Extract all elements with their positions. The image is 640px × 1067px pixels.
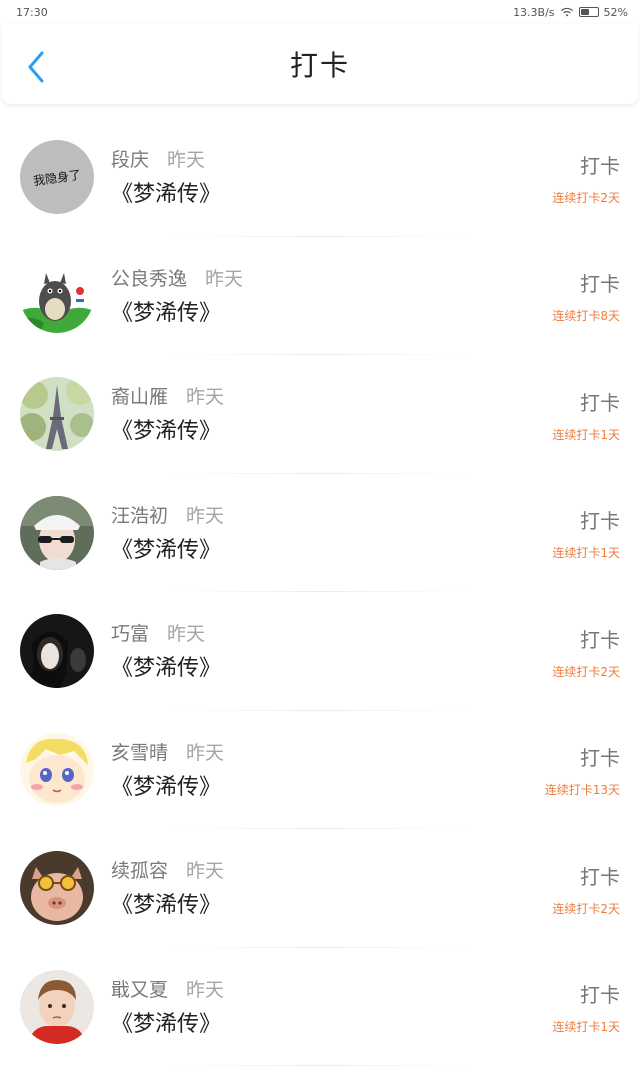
checkin-button[interactable]: 打卡 bbox=[580, 864, 620, 890]
totoro-avatar-image bbox=[20, 258, 94, 333]
checkin-button[interactable]: 打卡 bbox=[580, 982, 620, 1008]
book-title: 《梦浠传》 bbox=[111, 1011, 222, 1037]
user-name: 续孤容 bbox=[111, 860, 169, 883]
entry-info: 亥雪晴 昨天 《梦浠传》 bbox=[111, 711, 545, 830]
list-item[interactable]: 公良秀逸 昨天 《梦浠传》 打卡 连续打卡8天 bbox=[0, 237, 640, 356]
user-name: 汪浩初 bbox=[111, 504, 169, 527]
person-with-cap-avatar-image bbox=[20, 495, 94, 570]
list-item[interactable]: 续孤容 昨天 《梦浠传》 打卡 连续打卡2天 bbox=[0, 829, 640, 948]
avatar[interactable] bbox=[20, 614, 94, 689]
checkin-time: 昨天 bbox=[205, 267, 244, 290]
header-bar: 打卡 bbox=[2, 24, 638, 104]
avatar[interactable] bbox=[20, 495, 94, 570]
checkin-time: 昨天 bbox=[186, 860, 225, 883]
list-item[interactable]: 汪浩初 昨天 《梦浠传》 打卡 连续打卡1天 bbox=[0, 474, 640, 593]
child-portrait-avatar-image bbox=[20, 969, 94, 1044]
book-title: 《梦浠传》 bbox=[111, 300, 222, 326]
checkin-time: 昨天 bbox=[186, 741, 225, 764]
eiffel-tower-avatar-image bbox=[20, 377, 94, 452]
cartoon-face-avatar-image bbox=[20, 732, 94, 807]
avatar[interactable] bbox=[20, 377, 94, 452]
entry-info: 续孤容 昨天 《梦浠传》 bbox=[111, 829, 552, 948]
list-item[interactable]: 裔山雁 昨天 《梦浠传》 打卡 连续打卡1天 bbox=[0, 355, 640, 474]
list-item[interactable]: 亥雪晴 昨天 《梦浠传》 打卡 连续打卡13天 bbox=[0, 711, 640, 830]
list-item[interactable]: 戢又夏 昨天 《梦浠传》 打卡 连续打卡1天 bbox=[0, 948, 640, 1067]
network-speed: 13.3B/s bbox=[513, 5, 555, 19]
checkin-time: 昨天 bbox=[167, 149, 206, 172]
checkin-button[interactable]: 打卡 bbox=[580, 390, 620, 416]
checkin-list: 我隐身了 段庆 昨天 《梦浠传》 打卡 连续打卡2天 公良秀逸 昨天 《梦浠传》… bbox=[0, 118, 640, 1066]
back-button[interactable] bbox=[22, 50, 50, 84]
dark-portrait-avatar-image bbox=[20, 614, 94, 689]
avatar[interactable] bbox=[20, 732, 94, 807]
pig-with-glasses-avatar-image bbox=[20, 851, 94, 926]
avatar-label: 我隐身了 bbox=[32, 167, 82, 189]
streak-label: 连续打卡2天 bbox=[552, 190, 620, 205]
list-item[interactable]: 我隐身了 段庆 昨天 《梦浠传》 打卡 连续打卡2天 bbox=[0, 118, 640, 237]
entry-info: 段庆 昨天 《梦浠传》 bbox=[111, 118, 552, 237]
streak-label: 连续打卡1天 bbox=[552, 1020, 620, 1035]
entry-info: 戢又夏 昨天 《梦浠传》 bbox=[111, 948, 552, 1067]
user-name: 公良秀逸 bbox=[111, 267, 188, 290]
book-title: 《梦浠传》 bbox=[111, 893, 222, 919]
avatar[interactable] bbox=[20, 258, 94, 333]
list-item[interactable]: 巧富 昨天 《梦浠传》 打卡 连续打卡2天 bbox=[0, 592, 640, 711]
entry-info: 巧富 昨天 《梦浠传》 bbox=[111, 592, 552, 711]
checkin-time: 昨天 bbox=[186, 978, 225, 1001]
avatar[interactable] bbox=[20, 969, 94, 1044]
streak-label: 连续打卡13天 bbox=[544, 783, 620, 798]
book-title: 《梦浠传》 bbox=[111, 656, 222, 682]
user-name: 亥雪晴 bbox=[111, 741, 169, 764]
user-name: 段庆 bbox=[111, 149, 150, 172]
user-name: 裔山雁 bbox=[111, 386, 169, 409]
chevron-left-icon bbox=[28, 51, 44, 83]
checkin-time: 昨天 bbox=[186, 386, 225, 409]
checkin-button[interactable]: 打卡 bbox=[580, 627, 620, 653]
streak-label: 连续打卡2天 bbox=[552, 901, 620, 916]
streak-label: 连续打卡8天 bbox=[552, 309, 620, 324]
streak-label: 连续打卡1天 bbox=[552, 427, 620, 442]
status-bar: 17:30 13.3B/s 52% bbox=[0, 0, 640, 24]
checkin-button[interactable]: 打卡 bbox=[580, 508, 620, 534]
entry-info: 裔山雁 昨天 《梦浠传》 bbox=[111, 355, 552, 474]
book-title: 《梦浠传》 bbox=[111, 182, 222, 208]
streak-label: 连续打卡2天 bbox=[552, 664, 620, 679]
page-title: 打卡 bbox=[289, 49, 350, 82]
entry-info: 汪浩初 昨天 《梦浠传》 bbox=[111, 474, 552, 593]
checkin-time: 昨天 bbox=[167, 623, 206, 646]
user-name: 戢又夏 bbox=[111, 978, 169, 1001]
checkin-button[interactable]: 打卡 bbox=[580, 153, 620, 179]
book-title: 《梦浠传》 bbox=[111, 537, 222, 563]
entry-info: 公良秀逸 昨天 《梦浠传》 bbox=[111, 237, 552, 356]
book-title: 《梦浠传》 bbox=[111, 419, 222, 445]
checkin-time: 昨天 bbox=[186, 504, 225, 527]
book-title: 《梦浠传》 bbox=[111, 774, 222, 800]
status-indicators: 13.3B/s 52% bbox=[513, 6, 628, 19]
avatar[interactable] bbox=[20, 851, 94, 926]
streak-label: 连续打卡1天 bbox=[552, 546, 620, 561]
wifi-icon bbox=[560, 7, 573, 17]
checkin-button[interactable]: 打卡 bbox=[580, 271, 620, 297]
battery-icon bbox=[578, 7, 599, 17]
status-time: 17:30 bbox=[16, 5, 48, 19]
user-name: 巧富 bbox=[111, 623, 150, 646]
checkin-button[interactable]: 打卡 bbox=[580, 745, 620, 771]
battery-percent: 52% bbox=[603, 5, 628, 19]
avatar[interactable]: 我隐身了 bbox=[20, 140, 94, 215]
